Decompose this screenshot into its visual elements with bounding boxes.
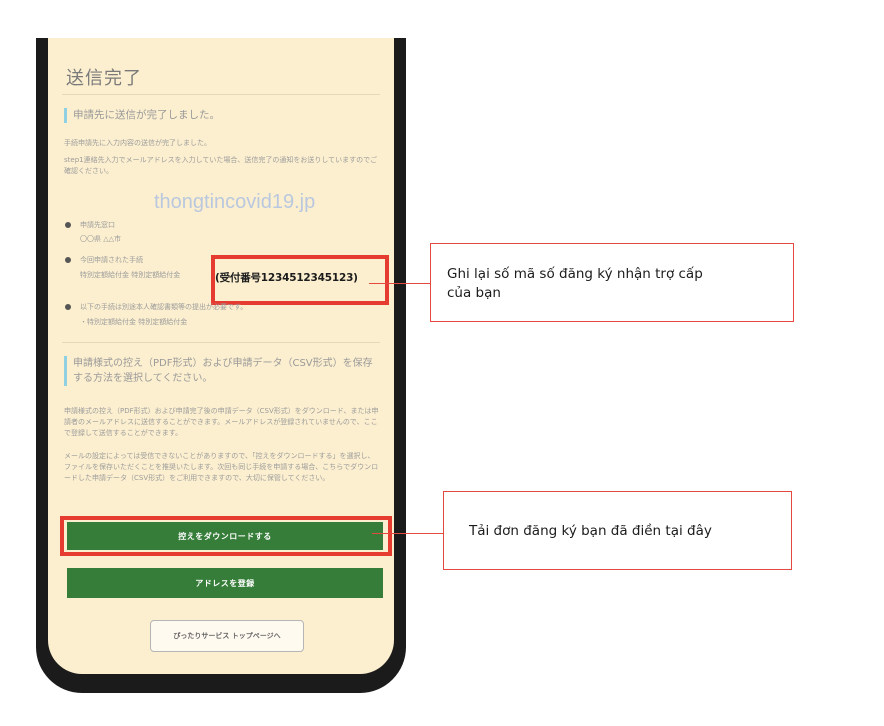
register-address-button[interactable]: アドレスを登録: [67, 568, 383, 598]
bullet-dot: [65, 257, 71, 263]
bullet-office-value: 〇〇県 △△市: [80, 235, 121, 243]
bullet-procedure-label: 今回申請された手続: [80, 256, 143, 264]
download-recommendation-text: メールの設定によっては受信できないことがありますので、「控えをダウンロードする」…: [64, 452, 379, 482]
download-explanation-text: 申請様式の控え（PDF形式）および申請完了後の申請データ（CSV形式）をダウンロ…: [64, 407, 379, 437]
phone-mockup: 送信完了 申請先に送信が完了しました。 手続申請先に入力内容の送信が完了しました…: [28, 38, 414, 693]
bullet-office-label: 申請先窓口: [80, 221, 115, 229]
bullet-procedure-value: 特別定額給付金 特別定額給付金: [80, 271, 181, 279]
callout-download-text: Tải đơn đăng ký bạn đã điền tại đây: [469, 522, 712, 539]
callout-receipt-line2: của bạn: [447, 285, 501, 301]
bullet-dot: [65, 222, 71, 228]
section-heading-save-method: 申請様式の控え（PDF形式）および申請データ（CSV形式）を保存する方法を選択し…: [64, 356, 377, 386]
download-copy-button[interactable]: 控えをダウンロードする: [67, 522, 383, 550]
callout-connector-receipt: [369, 283, 430, 284]
page-title: 送信完了: [66, 68, 142, 89]
bullet-dot: [65, 304, 71, 310]
bullet-extra-docs-value: ・特別定額給付金 特別定額給付金: [80, 318, 188, 326]
callout-receipt-line1: Ghi lại số mã số đăng ký nhận trợ cấp: [447, 266, 703, 282]
divider: [62, 342, 380, 343]
email-notice-text: step1連絡先入力でメールアドレスを入力していた場合、送信完了の通知をお送りし…: [64, 156, 378, 175]
receipt-number: (受付番号1234512345123): [215, 272, 358, 284]
callout-download-note: Tải đơn đăng ký bạn đã điền tại đây: [443, 491, 792, 570]
intro-text: 手続申請先に入力内容の送信が完了しました。: [64, 139, 211, 147]
annotated-screenshot: 送信完了 申請先に送信が完了しました。 手続申請先に入力内容の送信が完了しました…: [0, 0, 884, 726]
section-heading-complete: 申請先に送信が完了しました。: [64, 108, 220, 123]
top-page-button[interactable]: ぴったりサービス トップページへ: [150, 620, 304, 652]
callout-receipt-note: Ghi lại số mã số đăng ký nhận trợ cấp củ…: [430, 243, 794, 322]
phone-screen: 送信完了 申請先に送信が完了しました。 手続申請先に入力内容の送信が完了しました…: [48, 38, 394, 674]
phone-frame: 送信完了 申請先に送信が完了しました。 手続申請先に入力内容の送信が完了しました…: [36, 38, 406, 693]
divider: [62, 94, 380, 95]
bullet-extra-docs-label: 以下の手続は別途本人確認書類等の提出が必要です。: [80, 303, 248, 311]
watermark: thongtincovid19.jp: [154, 191, 316, 213]
callout-connector-download: [372, 533, 443, 534]
